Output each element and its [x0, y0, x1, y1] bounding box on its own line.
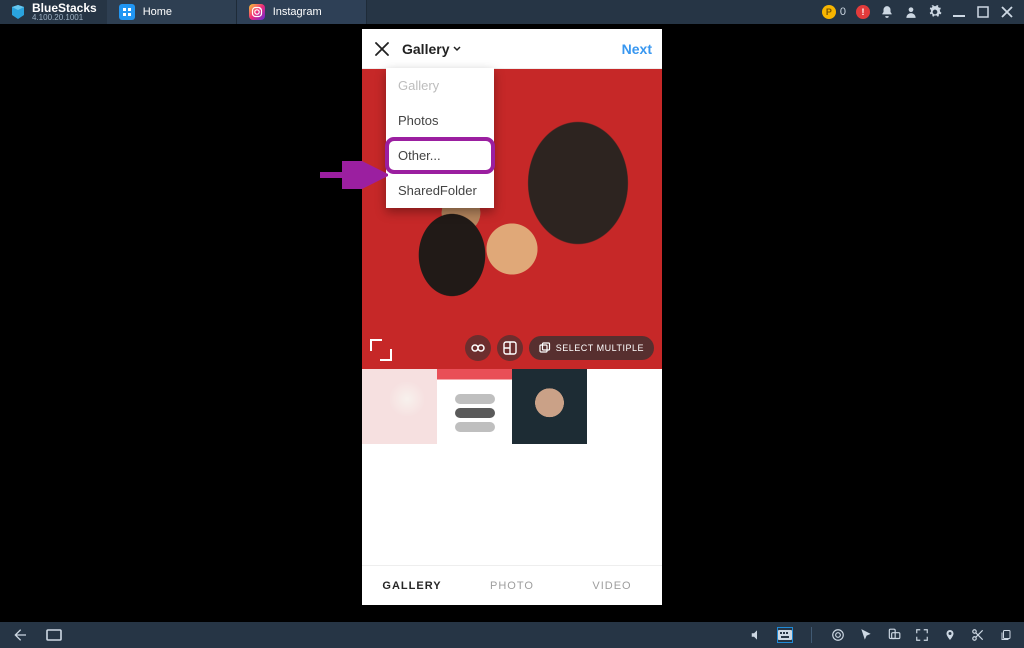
fullscreen-icon[interactable]	[914, 627, 930, 643]
instagram-app-icon	[249, 4, 265, 20]
maximize-icon[interactable]	[976, 5, 990, 19]
minimize-icon[interactable]	[952, 5, 966, 19]
gallery-source-label: Gallery	[402, 41, 449, 57]
location-icon[interactable]	[942, 627, 958, 643]
menu-option-sharedfolder[interactable]: SharedFolder	[386, 173, 494, 208]
titlebar-right-controls: P0 !	[812, 5, 1024, 19]
next-button[interactable]: Next	[622, 41, 652, 57]
tab-gallery[interactable]: GALLERY	[362, 566, 462, 605]
picker-bottom-tabs: GALLERY PHOTO VIDEO	[362, 565, 662, 605]
thumbnail-grid	[362, 369, 662, 565]
select-multiple-button[interactable]: SELECT MULTIPLE	[529, 336, 654, 360]
coin-counter[interactable]: P0	[822, 5, 846, 19]
target-icon[interactable]	[830, 627, 846, 643]
select-multiple-label: SELECT MULTIPLE	[556, 343, 644, 353]
account-icon[interactable]	[904, 5, 918, 19]
chevron-down-icon	[453, 45, 461, 53]
copy-icon[interactable]	[998, 627, 1014, 643]
tab-photo[interactable]: PHOTO	[462, 566, 562, 605]
brand-version: 4.100.20.1001	[32, 14, 97, 22]
boomerang-button[interactable]	[465, 335, 491, 361]
gallery-source-dropdown[interactable]: Gallery	[402, 41, 461, 57]
thumbnail[interactable]	[512, 369, 587, 444]
thumbnail[interactable]	[362, 369, 437, 444]
picker-header: Gallery Next	[362, 29, 662, 69]
close-picker-button[interactable]	[372, 39, 392, 59]
app-stage: Gallery Next SELECT MULTIPLE GALL	[0, 24, 1024, 622]
menu-option-gallery[interactable]: Gallery	[386, 68, 494, 103]
coin-icon: P	[822, 5, 836, 19]
home-app-icon	[119, 4, 135, 20]
keyboard-icon[interactable]	[777, 627, 793, 643]
layout-button[interactable]	[497, 335, 523, 361]
window-titlebar: BlueStacks 4.100.20.1001 Home Instagram …	[0, 0, 1024, 24]
recents-icon[interactable]	[46, 627, 62, 643]
tab-video[interactable]: VIDEO	[562, 566, 662, 605]
alert-badge[interactable]: !	[856, 5, 870, 19]
bell-icon[interactable]	[880, 5, 894, 19]
coin-value: 0	[840, 6, 846, 18]
tab-home[interactable]: Home	[107, 0, 237, 24]
bluestacks-logo: BlueStacks 4.100.20.1001	[0, 2, 107, 22]
annotation-arrow-icon	[318, 161, 388, 189]
stack-icon	[539, 342, 551, 354]
back-icon[interactable]	[14, 627, 30, 643]
crop-resize-icon[interactable]	[370, 339, 392, 361]
cursor-icon[interactable]	[858, 627, 874, 643]
menu-option-photos[interactable]: Photos	[386, 103, 494, 138]
menu-option-other[interactable]: Other...	[386, 138, 494, 173]
tab-instagram[interactable]: Instagram	[237, 0, 367, 24]
tab-label: Instagram	[273, 6, 322, 18]
scissors-icon[interactable]	[970, 627, 986, 643]
bluestacks-icon	[10, 4, 26, 20]
gallery-source-menu: Gallery Photos Other... SharedFolder	[386, 68, 494, 208]
close-icon[interactable]	[1000, 5, 1014, 19]
volume-icon[interactable]	[749, 627, 765, 643]
bluestacks-bottom-bar	[0, 622, 1024, 648]
rotate-icon[interactable]	[886, 627, 902, 643]
gear-icon[interactable]	[928, 5, 942, 19]
tab-label: Home	[143, 6, 172, 18]
thumbnail[interactable]	[437, 369, 512, 444]
